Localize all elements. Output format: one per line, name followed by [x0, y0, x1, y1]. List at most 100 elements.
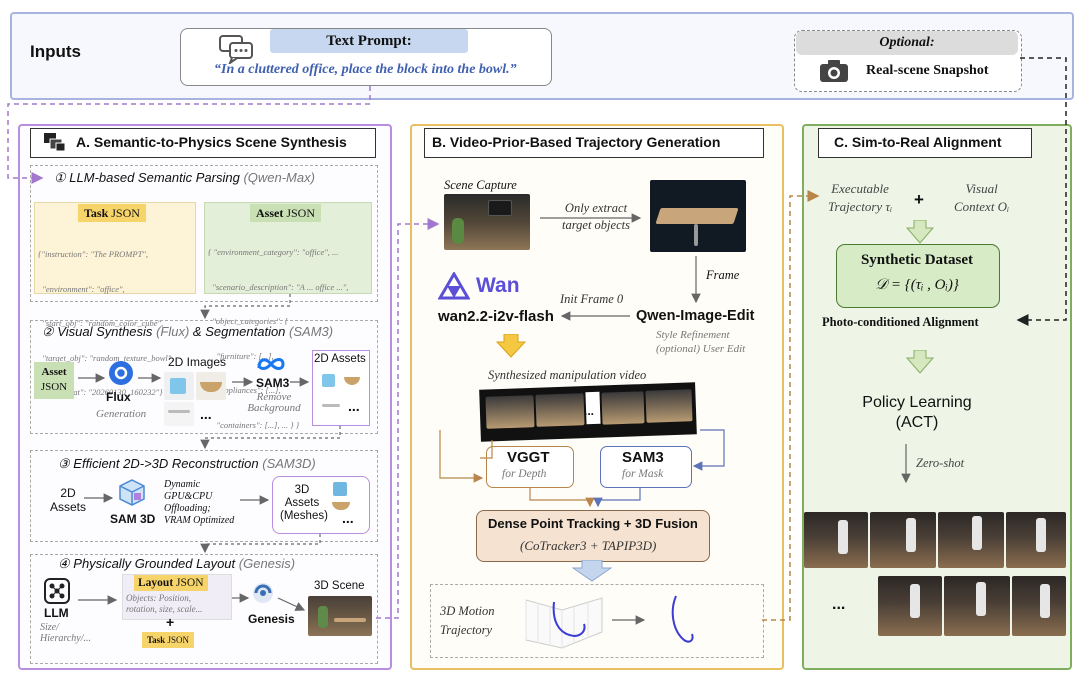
sam3-mask-sub: for Mask — [622, 468, 664, 480]
sam3d-label: SAM 3D — [110, 512, 156, 526]
assets3d-label: 3D Assets (Meshes) — [280, 484, 328, 523]
down-arrow-gold-icon — [496, 334, 526, 358]
scene-capture-label: Scene Capture — [444, 178, 517, 192]
sam3-label: SAM3 — [256, 376, 290, 390]
sam3d-cube-icon — [119, 479, 145, 506]
assets2d-in-l1: 2D — [60, 486, 76, 500]
assets2d-in-l2: Assets — [50, 500, 87, 514]
assets-ellipsis: ... — [348, 398, 360, 414]
step4-text: Physically Grounded Layout — [73, 556, 236, 571]
zero-shot-label: Zero-shot — [916, 456, 965, 470]
camera-icon — [820, 60, 848, 82]
task-json-small-main: Task — [147, 635, 166, 645]
assets-2d-label: 2D Assets — [314, 353, 366, 365]
flux-sub: Generation — [96, 408, 147, 420]
task-json-title-suffix: JSON — [111, 206, 140, 220]
extracted-table — [655, 208, 739, 224]
asset-json-line: { "environment_category": "office", ... — [208, 247, 339, 257]
flux-label: Flux — [106, 390, 131, 404]
asset3d-cube — [333, 482, 347, 496]
film-frame — [645, 389, 693, 423]
vggt-sub: for Depth — [502, 468, 547, 480]
asset-json-box: Asset JSON — [34, 362, 74, 399]
step2-model2: (SAM3) — [289, 324, 334, 339]
robot-arm — [1040, 584, 1050, 618]
images-ellipsis: ... — [200, 406, 212, 422]
exec-traj-l1: Executable — [831, 181, 889, 196]
film-frame — [535, 393, 585, 427]
step1-text: LLM-based Semantic Parsing — [69, 170, 240, 185]
inputs-label: Inputs — [30, 42, 81, 61]
asset-json-box-l2: JSON — [40, 381, 68, 393]
task-json-small: Task JSON — [142, 632, 194, 648]
task-json-line: {"instruction": "The PROMPT", — [38, 249, 148, 259]
sam3d-note: Offloading; — [164, 503, 211, 514]
step2-num: ② — [42, 324, 54, 339]
task-json-title-main: Task — [84, 206, 109, 220]
robot-photo-7 — [1012, 576, 1066, 636]
only-extract-label: Only extract target objects — [552, 200, 640, 234]
robot-arm — [972, 516, 982, 550]
visual-ctx-l1: Visual — [965, 181, 998, 196]
sam3d-note: Dynamic — [164, 479, 201, 490]
step2-mid: & Segmentation — [192, 324, 286, 339]
policy-l2: (ACT) — [895, 414, 939, 431]
only-extract-l2: target objects — [562, 218, 630, 232]
layout-plus: + — [166, 614, 175, 630]
assets2d-in: 2D Assets — [50, 486, 86, 514]
only-extract-l1: Only extract — [564, 201, 628, 215]
scene3d-plant — [318, 606, 328, 628]
visual-ctx-l2: Context Oᵢ — [954, 199, 1010, 214]
wan-logo-text: Wan — [476, 274, 520, 297]
robot-arm — [838, 520, 848, 554]
synth-video-label: Synthesized manipulation video — [488, 368, 647, 382]
scene3d-desk — [334, 618, 366, 622]
llm-sub-l2: Hierarchy/... — [40, 633, 92, 644]
step2-text: Visual Synthesis — [57, 324, 153, 339]
task-json-line: "environment": "office", — [38, 283, 125, 294]
meta-logo-icon — [257, 358, 285, 370]
motion-label-l1: 3D Motion — [440, 604, 495, 618]
scene-capture-monitor — [488, 200, 512, 216]
style-refine-label: Style Refinement (optional) User Edit — [656, 328, 745, 356]
dense-tracking-sub: (CoTracker3 + TAPIP3D) — [520, 538, 657, 553]
sam3d-note: GPU&CPU — [164, 491, 213, 502]
sam3-sub: Remove Background — [244, 392, 304, 414]
photo-align-label: Photo-conditioned Alignment — [822, 315, 979, 329]
assets3d-l3: (Meshes) — [280, 510, 328, 522]
sam3d-notes: Dynamic GPU&CPU Offloading; VRAM Optimiz… — [164, 479, 234, 527]
robot-photo-3 — [938, 512, 1004, 568]
layout-json-line: Objects: Position, — [126, 593, 191, 603]
step4-title: ④ Physically Grounded Layout (Genesis) — [58, 556, 295, 572]
robot-arm — [906, 518, 916, 552]
panel-c-title: C. Sim-to-Real Alignment — [834, 134, 1002, 150]
chat-icon — [219, 35, 253, 64]
snapshot-label: Real-scene Snapshot — [866, 63, 989, 78]
images-2d-label: 2D Images — [168, 355, 227, 369]
panel-b-title: B. Video-Prior-Based Trajectory Generati… — [432, 134, 721, 150]
robot-photo-1 — [804, 512, 868, 568]
layout-json-line: rotation, size, scale... — [126, 604, 203, 614]
image-cube — [170, 378, 186, 394]
asset-json-title-main: Asset — [256, 206, 284, 220]
sam3d-note: VRAM Optimized — [164, 515, 235, 526]
assets3d-l1: 3D — [294, 484, 310, 496]
layout-json-body: Objects: Position, rotation, size, scale… — [126, 593, 202, 615]
text-prompt-title: Text Prompt: — [270, 29, 468, 53]
layout-json-title-main: Layout — [138, 577, 174, 589]
llm-sub-l1: Size/ — [40, 622, 59, 633]
down-arrow-blue-icon — [572, 560, 612, 582]
visual-ctx-label: Visual Context Oᵢ — [954, 180, 1009, 216]
image-table — [168, 410, 190, 413]
robot-arm — [1036, 518, 1046, 552]
step1-title: ① LLM-based Semantic Parsing (Qwen-Max) — [54, 170, 315, 186]
step3-num: ③ — [58, 456, 70, 471]
dataset-formula: 𝒟 = {(τᵢ , Oᵢ)} — [875, 277, 959, 293]
llm-label: LLM — [44, 606, 69, 620]
asset-json-title: Asset JSON — [250, 204, 322, 222]
robot-ellipsis: ... — [832, 596, 846, 613]
layout-json-title-suffix: JSON — [176, 577, 204, 589]
sam3-sub-l2: Background — [247, 402, 301, 414]
motion-label: 3D Motion Trajectory — [440, 602, 495, 640]
film-ellipsis: ... — [584, 404, 595, 418]
